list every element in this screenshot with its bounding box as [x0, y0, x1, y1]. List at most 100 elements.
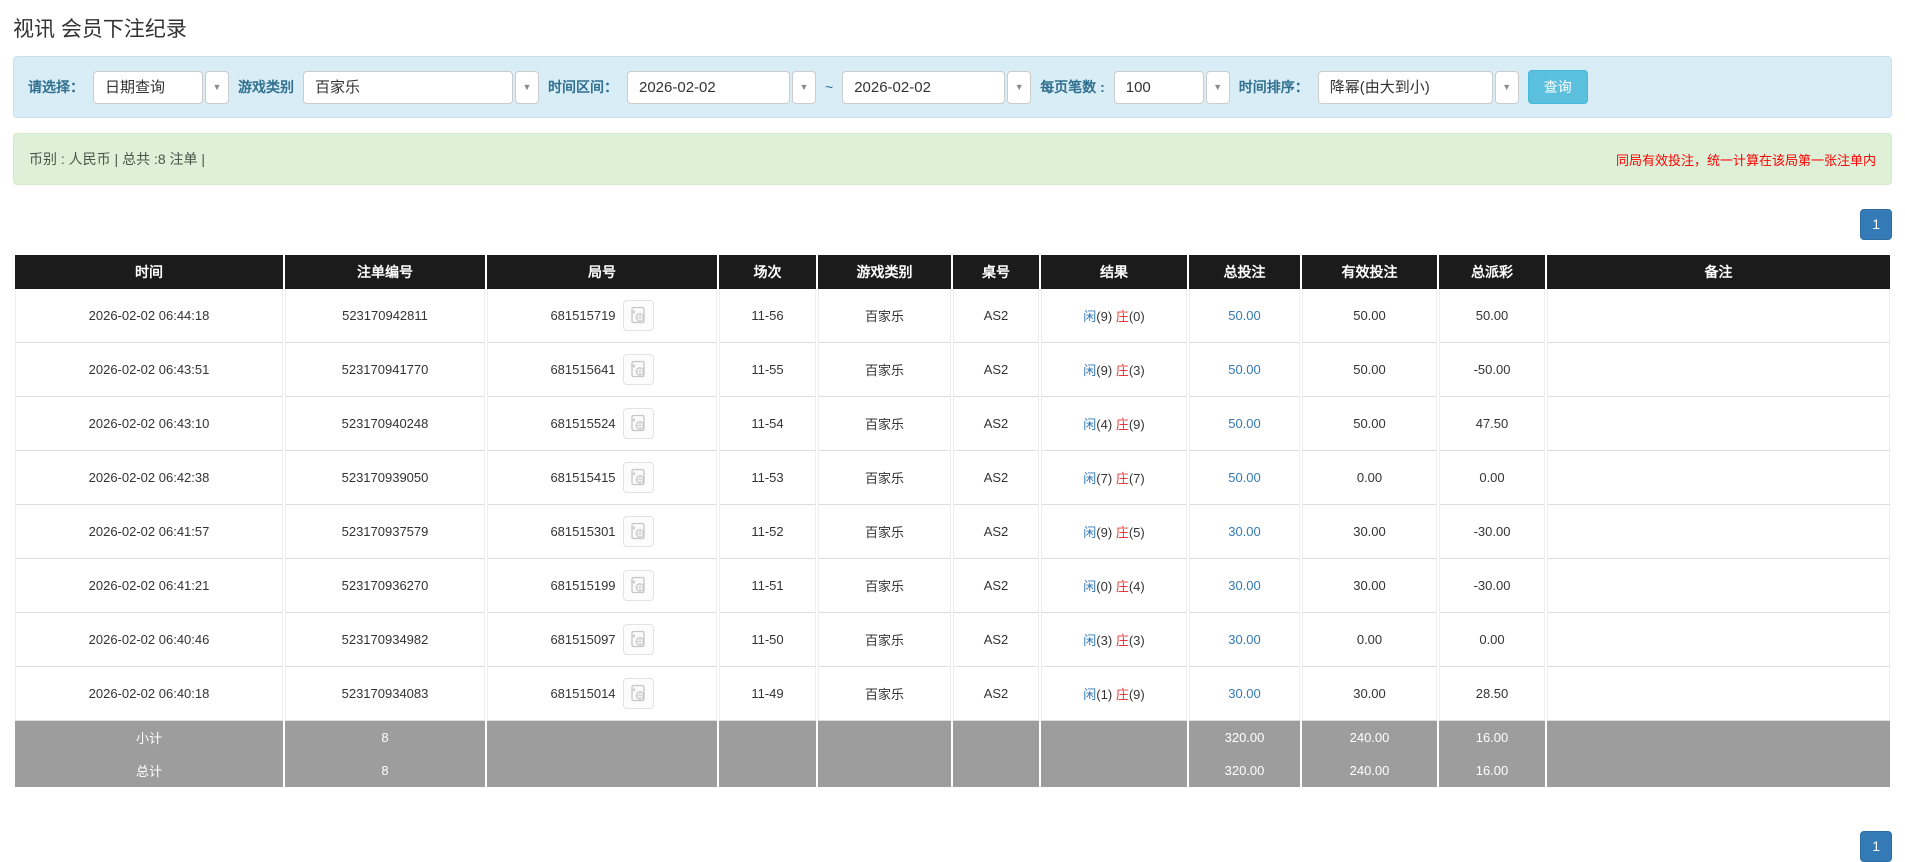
game-type-label: 游戏类别 [238, 79, 294, 95]
cell-time: 2026-02-02 06:44:18 [15, 288, 283, 343]
query-type-value[interactable]: 日期查询 [93, 70, 203, 104]
cell-game-type: 百家乐 [818, 396, 951, 451]
player-result-value: (4) [1096, 416, 1113, 432]
page-size-select[interactable]: 100 ▼ [1113, 70, 1230, 104]
chevron-down-icon[interactable]: ▼ [1494, 70, 1519, 104]
filter-bar: 请选择： 日期查询 ▼ 游戏类别 百家乐 ▼ 时间区间： 2026-02-02 … [13, 56, 1892, 118]
page-button-1[interactable]: 1 [1860, 209, 1892, 240]
subtotal-row: 小计 8 320.00 240.00 16.00 [15, 720, 1890, 754]
cell-round-id: 681515719 [550, 307, 616, 323]
cell-round-id: 681515641 [550, 361, 616, 377]
col-header-total-bet: 总投注 [1189, 254, 1300, 289]
date-from-value[interactable]: 2026-02-02 [627, 70, 790, 104]
cell-bet-id: 523170940248 [285, 396, 485, 451]
cell-session: 11-49 [719, 666, 816, 721]
player-result-value: (9) [1096, 362, 1113, 378]
cell-payout: 47.50 [1439, 396, 1545, 451]
cell-remark [1547, 666, 1890, 721]
notice-text: 同局有效投注，统一计算在该局第一张注单内 [1615, 152, 1876, 168]
player-result-label: 闲 [1083, 686, 1097, 702]
banker-result-label: 庄 [1115, 362, 1129, 378]
cell-game-type: 百家乐 [818, 612, 951, 667]
view-video-button[interactable] [622, 353, 654, 385]
cell-payout: -30.00 [1439, 504, 1545, 559]
cell-payout: 0.00 [1439, 450, 1545, 505]
cell-result: 闲(7) 庄(7) [1041, 450, 1187, 505]
query-type-select[interactable]: 日期查询 ▼ [93, 70, 229, 104]
video-record-icon [631, 523, 645, 540]
cell-result: 闲(1) 庄(9) [1041, 666, 1187, 721]
cell-result: 闲(3) 庄(3) [1041, 612, 1187, 667]
cell-round-id: 681515199 [550, 577, 616, 593]
cell-game-type: 百家乐 [818, 288, 951, 343]
date-to-value[interactable]: 2026-02-02 [842, 70, 1006, 104]
video-record-icon [631, 361, 645, 378]
sort-order-value[interactable]: 降幂(由大到小) [1317, 70, 1493, 104]
view-video-button[interactable] [622, 299, 654, 331]
cell-time: 2026-02-02 06:42:38 [15, 450, 283, 505]
view-video-button[interactable] [622, 515, 654, 547]
cell-total-bet-link[interactable]: 50.00 [1228, 362, 1261, 377]
view-video-button[interactable] [622, 677, 654, 709]
banker-result-label: 庄 [1115, 470, 1129, 486]
col-header-round-id: 局号 [487, 254, 717, 289]
cell-game-type: 百家乐 [818, 558, 951, 613]
cell-payout: 28.50 [1439, 666, 1545, 721]
cell-bet-id: 523170937579 [285, 504, 485, 559]
game-type-select[interactable]: 百家乐 ▼ [303, 70, 539, 104]
chevron-down-icon[interactable]: ▼ [205, 70, 229, 104]
cell-session: 11-55 [719, 342, 816, 397]
view-video-button[interactable] [622, 407, 654, 439]
game-type-value[interactable]: 百家乐 [303, 70, 513, 104]
cell-time: 2026-02-02 06:41:57 [15, 504, 283, 559]
col-header-bet-id: 注单编号 [285, 254, 485, 289]
cell-total-bet-link[interactable]: 30.00 [1228, 578, 1261, 593]
col-header-result: 结果 [1041, 254, 1187, 289]
video-record-icon [631, 415, 645, 432]
view-video-button[interactable] [622, 569, 654, 601]
cell-remark [1547, 558, 1890, 613]
cell-result: 闲(9) 庄(0) [1041, 288, 1187, 343]
cell-time: 2026-02-02 06:41:21 [15, 558, 283, 613]
date-to-select[interactable]: 2026-02-02 ▼ [842, 70, 1032, 104]
cell-payout: 0.00 [1439, 612, 1545, 667]
cell-round-id: 681515014 [550, 685, 616, 701]
cell-valid-bet: 0.00 [1302, 612, 1437, 667]
cell-total-bet-link[interactable]: 50.00 [1228, 470, 1261, 485]
cell-session: 11-54 [719, 396, 816, 451]
cell-time: 2026-02-02 06:43:10 [15, 396, 283, 451]
view-video-button[interactable] [622, 461, 654, 493]
sort-order-select[interactable]: 降幂(由大到小) ▼ [1317, 70, 1519, 104]
page-size-value[interactable]: 100 [1113, 70, 1204, 104]
cell-total-bet-link[interactable]: 30.00 [1228, 632, 1261, 647]
query-type-label: 请选择： [28, 79, 84, 95]
total-label: 总计 [15, 753, 283, 787]
page-button-1[interactable]: 1 [1860, 831, 1892, 862]
total-payout: 16.00 [1439, 753, 1545, 787]
banker-result-value: (3) [1128, 632, 1145, 648]
col-header-session: 场次 [719, 254, 816, 289]
cell-time: 2026-02-02 06:40:46 [15, 612, 283, 667]
banker-result-label: 庄 [1115, 686, 1129, 702]
cell-game-type: 百家乐 [818, 342, 951, 397]
summary-bar: 币别 : 人民币 | 总共 :8 注单 | 同局有效投注，统一计算在该局第一张注… [13, 133, 1892, 185]
cell-valid-bet: 0.00 [1302, 450, 1437, 505]
cell-payout: 50.00 [1439, 288, 1545, 343]
chevron-down-icon[interactable]: ▼ [792, 70, 816, 104]
chevron-down-icon[interactable]: ▼ [1007, 70, 1032, 104]
col-header-time: 时间 [15, 254, 283, 289]
subtotal-valid-bet: 240.00 [1302, 720, 1437, 754]
cell-total-bet-link[interactable]: 30.00 [1228, 686, 1261, 701]
query-button[interactable]: 查询 [1527, 70, 1588, 104]
banker-result-value: (3) [1128, 362, 1145, 378]
chevron-down-icon[interactable]: ▼ [1205, 70, 1230, 104]
chevron-down-icon[interactable]: ▼ [515, 70, 539, 104]
view-video-button[interactable] [622, 623, 654, 655]
cell-total-bet-link[interactable]: 30.00 [1228, 524, 1261, 539]
video-record-icon [631, 577, 645, 594]
cell-total-bet-link[interactable]: 50.00 [1228, 308, 1261, 323]
date-from-select[interactable]: 2026-02-02 ▼ [627, 70, 816, 104]
cell-remark [1547, 342, 1890, 397]
cell-total-bet-link[interactable]: 50.00 [1228, 416, 1261, 431]
cell-time: 2026-02-02 06:43:51 [15, 342, 283, 397]
